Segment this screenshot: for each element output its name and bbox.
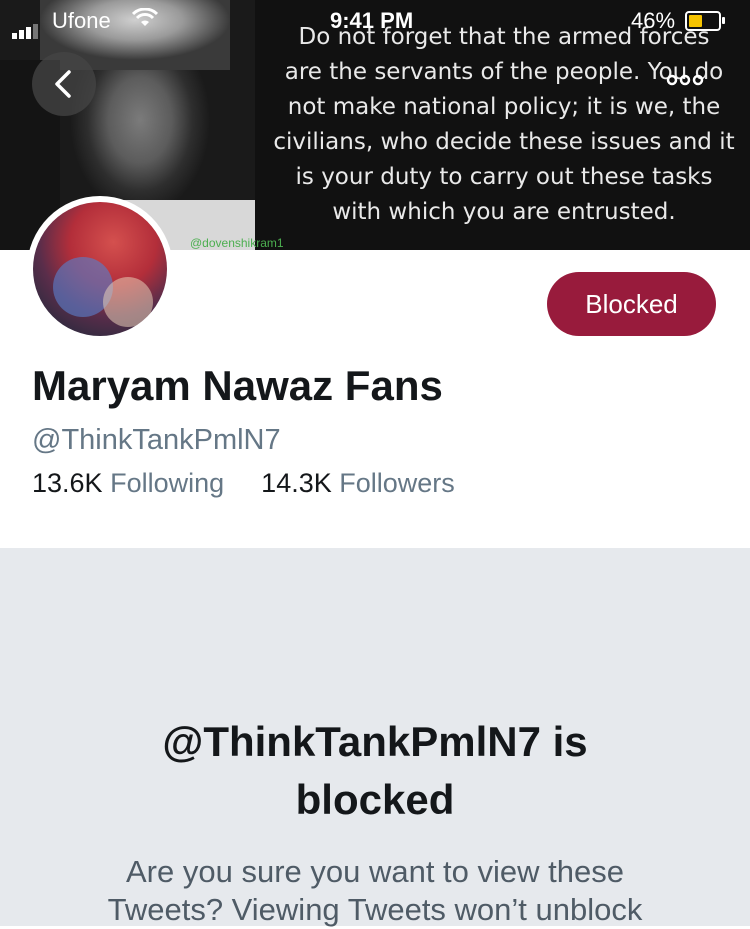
chevron-left-icon	[55, 70, 71, 98]
quote-line: with which you are entrusted.	[332, 199, 676, 225]
battery-icon	[685, 11, 725, 31]
status-time: 9:41 PM	[330, 8, 414, 33]
avatar-image	[33, 202, 167, 336]
notice-body-line: Are you sure you want to view these	[126, 854, 624, 889]
wifi-icon	[131, 7, 159, 34]
more-options-button[interactable]	[666, 70, 704, 91]
avatar[interactable]	[27, 196, 173, 342]
followers-label: Followers	[339, 468, 455, 498]
followers-link[interactable]: 14.3K Followers	[261, 468, 455, 498]
blocked-notice-title: @ThinkTankPmlN7 is blocked	[0, 713, 750, 829]
signal-icon	[12, 13, 40, 39]
back-button[interactable]	[32, 52, 96, 116]
banner-quote: Do not forget that the armed forces are …	[258, 20, 750, 230]
quote-line: is your duty to carry out these tasks	[295, 164, 713, 190]
more-options-icon	[666, 74, 704, 86]
notice-title-line: blocked	[295, 776, 455, 823]
quote-line: not make national policy; it is we, the	[287, 94, 721, 120]
notice-title-line: @ThinkTankPmlN7 is	[162, 718, 588, 765]
following-link[interactable]: 13.6K Following	[32, 468, 232, 498]
quote-line: civilians, who decide these issues and i…	[273, 129, 735, 155]
notice-body-line: Tweets? Viewing Tweets won’t unblock	[107, 892, 643, 927]
carrier-name: Ufone	[52, 8, 111, 33]
display-name: Maryam Nawaz Fans	[32, 362, 443, 409]
battery-percent: 46%	[631, 8, 676, 33]
following-count: 13.6K	[32, 468, 103, 498]
profile-handle: @ThinkTankPmlN7	[32, 424, 281, 456]
profile-stats: 13.6K Following 14.3K Followers	[32, 468, 455, 499]
followers-count: 14.3K	[261, 468, 332, 498]
blocked-button[interactable]: Blocked	[547, 272, 716, 336]
blocked-notice: @ThinkTankPmlN7 is blocked Are you sure …	[0, 548, 750, 929]
banner-watermark: @dovenshikram1	[190, 236, 284, 250]
battery-fill	[689, 15, 702, 27]
following-label: Following	[110, 468, 225, 498]
status-bar: Ufone 9:41 PM 46%	[0, 0, 750, 40]
blocked-notice-body: Are you sure you want to view these Twee…	[60, 853, 690, 929]
